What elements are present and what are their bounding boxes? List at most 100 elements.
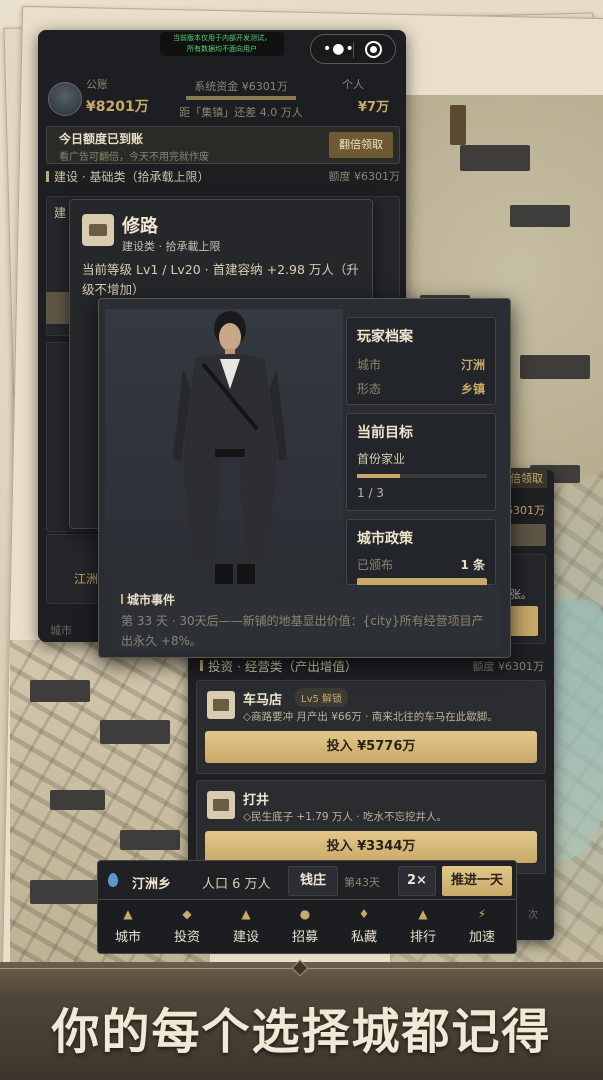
city-name: 汀洲乡 bbox=[132, 877, 172, 892]
quota-banner-subtitle: 看广告可翻倍，今天不用完就作废 bbox=[59, 152, 209, 163]
system-fund-bar bbox=[186, 96, 296, 100]
city-event-title-text: 城市事件 bbox=[127, 593, 176, 607]
archive-title: 玩家档案 bbox=[357, 329, 413, 345]
build-section-header: 建设 · 基础类（拾承载上限） 额度 ¥6301万 bbox=[46, 168, 400, 188]
bank-button[interactable]: 钱庄 bbox=[288, 866, 338, 896]
nav-label: 城市 bbox=[114, 930, 141, 945]
invest-button[interactable]: 投入 ¥3344万 bbox=[205, 831, 537, 863]
quota-banner: 今日额度已到账 看广告可翻倍，今天不用完就作废 翻倍领取 bbox=[46, 126, 400, 164]
form-value: 乡镇 bbox=[460, 382, 485, 396]
road-icon bbox=[82, 214, 114, 246]
miniprogram-capsule: •●• bbox=[310, 34, 396, 64]
rank-icon: ▲ bbox=[418, 907, 428, 921]
section-marker bbox=[200, 660, 203, 671]
nav-rank[interactable]: ▲ 排行 bbox=[395, 904, 451, 950]
unlock-badge: Lv5 解锁 bbox=[295, 688, 349, 707]
more-icon[interactable]: •●• bbox=[323, 42, 355, 56]
double-claim-button[interactable]: 翻倍领取 bbox=[329, 132, 393, 158]
invest-item-name: 打井 bbox=[243, 793, 270, 808]
city-event-box: 城市事件 第 33 天 · 30天后——新铺的地基显出价值：{city}所有经营… bbox=[113, 585, 499, 651]
player-profile-popup: 玩家档案 城市 汀洲 形态 乡镇 当前目标 首份家业 1 / 3 城市政策 已颁… bbox=[98, 298, 511, 658]
city-event-text: 第 33 天 · 30天后——新铺的地基显出价值：{city}所有经营项目产出永… bbox=[121, 614, 484, 648]
nav-boost[interactable]: ⚡ 加速 bbox=[454, 904, 510, 950]
road-description: 当前等级 Lv1 / Lv20 · 首建容纳 +2.98 万人（升级不增加） bbox=[82, 262, 359, 297]
policy-value: 1 条 bbox=[460, 558, 485, 572]
character-figure bbox=[173, 311, 287, 584]
invest-button[interactable]: 投入 ¥5776万 bbox=[205, 731, 537, 763]
city-policy-card: 城市政策 已颁布 1 条 bbox=[346, 519, 496, 586]
day-counter: 第43天 bbox=[344, 876, 380, 889]
nav-label: 加速 bbox=[468, 930, 495, 945]
slogan-text: 你的每个选择城都记得 bbox=[51, 1004, 552, 1060]
test-notice-line: 当前版本仅用于内部开发测试， bbox=[173, 34, 271, 42]
public-account-label: 公账 bbox=[86, 78, 108, 91]
avatar[interactable] bbox=[48, 82, 82, 116]
city-icon: ▲ bbox=[123, 907, 133, 921]
invest-section-quota: 额度 ¥6301万 bbox=[472, 660, 545, 673]
section-marker bbox=[121, 594, 123, 604]
build-card-text: 江洲 bbox=[74, 572, 99, 586]
nav-label: 建设 bbox=[232, 930, 259, 945]
invest-section-header: 投资 · 经营类（产出增值） bbox=[200, 656, 357, 675]
nav-build[interactable]: ▲ 建设 bbox=[218, 904, 274, 950]
recruit-icon: ● bbox=[299, 907, 311, 921]
goal-name: 首份家业 bbox=[357, 452, 406, 466]
city-value: 汀洲 bbox=[460, 358, 485, 372]
speed-button[interactable]: 2× bbox=[398, 866, 436, 896]
quota-fragment: 6301万 bbox=[506, 504, 545, 517]
personal-account-label: 个人 bbox=[342, 78, 364, 91]
text-fragment: 张。 bbox=[510, 588, 532, 601]
slogan-band: 你的每个选择城都记得 bbox=[0, 959, 603, 1080]
personal-account-value: ¥7万 bbox=[358, 100, 390, 115]
advance-day-button[interactable]: 推进一天 bbox=[442, 866, 512, 896]
nav-label: 私藏 bbox=[350, 930, 377, 945]
current-goal-card: 当前目标 首份家业 1 / 3 bbox=[346, 413, 496, 511]
boost-icon: ⚡ bbox=[477, 907, 487, 921]
system-fund-bar-fill bbox=[186, 96, 296, 100]
section-marker bbox=[46, 171, 49, 182]
slogan-ornament bbox=[291, 959, 309, 977]
close-miniprogram-icon[interactable] bbox=[365, 41, 382, 58]
road-title: 修路 bbox=[122, 216, 158, 237]
quota-banner-title: 今日额度已到账 bbox=[59, 132, 144, 146]
build-section-title: 建设 · 基础类（拾承载上限） bbox=[54, 170, 210, 184]
test-notice: 当前版本仅用于内部开发测试， 所有数据均不面向用户 bbox=[160, 32, 284, 56]
invest-item-name: 车马店 bbox=[243, 693, 283, 708]
build-card-text: 建 bbox=[54, 206, 67, 220]
build-section-quota: 额度 ¥6301万 bbox=[328, 170, 401, 183]
character-portrait bbox=[105, 309, 343, 599]
hint-fragment: 次 bbox=[528, 910, 538, 921]
policy-title: 城市政策 bbox=[357, 531, 413, 547]
city-key: 城市 bbox=[357, 358, 382, 372]
invest-item-desc: ◇商路要冲 月产出 ¥66万 · 南来北往的车马在此歇脚。 bbox=[243, 711, 498, 723]
nav-recruit[interactable]: ● 招募 bbox=[277, 904, 333, 950]
city-tab-label: 城市 bbox=[50, 624, 72, 637]
nav-label: 排行 bbox=[409, 930, 436, 945]
city-event-title: 城市事件 bbox=[121, 591, 175, 608]
capsule-divider bbox=[353, 42, 354, 58]
build-icon: ▲ bbox=[241, 907, 251, 921]
bottom-nav: ▲ 城市 ◆ 投资 ▲ 建设 ● 招募 ♦ 私藏 ▲ 排行 ⚡ 加速 bbox=[97, 900, 517, 954]
double-claim-fragment[interactable]: 倍领取 bbox=[506, 468, 547, 488]
nav-label: 投资 bbox=[173, 930, 200, 945]
nav-city[interactable]: ▲ 城市 bbox=[100, 904, 156, 950]
treasure-icon: ♦ bbox=[358, 907, 370, 921]
road-subtitle: 建设类 · 拾承載上限 bbox=[122, 240, 221, 253]
water-drop-icon bbox=[108, 873, 118, 887]
system-fund-label: 系统资金 ¥6301万 bbox=[194, 80, 288, 93]
inn-icon bbox=[207, 691, 235, 719]
nav-treasure[interactable]: ♦ 私藏 bbox=[336, 904, 392, 950]
population: 人口 6 万人 bbox=[202, 877, 271, 892]
invest-item-card: 车马店 Lv5 解锁 ◇商路要冲 月产出 ¥66万 · 南来北往的车马在此歇脚。… bbox=[196, 680, 546, 774]
invest-item-desc: ◇民生底子 +1.79 万人 · 吃水不忘挖井人。 bbox=[243, 811, 447, 823]
goal-progress-fill bbox=[357, 474, 400, 478]
test-notice-line: 所有数据均不面向用户 bbox=[187, 45, 257, 53]
player-archive-card: 玩家档案 城市 汀洲 形态 乡镇 bbox=[346, 317, 496, 405]
invest-icon: ◆ bbox=[182, 907, 192, 921]
invest-section-title: 投资 · 经营类（产出增值） bbox=[208, 659, 358, 674]
goal-title: 当前目标 bbox=[357, 425, 413, 441]
goal-progress-bar bbox=[357, 474, 487, 478]
nav-invest[interactable]: ◆ 投资 bbox=[159, 904, 215, 950]
status-bar: 汀洲乡 人口 6 万人 钱庄 第43天 2× 推进一天 bbox=[97, 860, 517, 900]
form-key: 形态 bbox=[357, 382, 382, 396]
